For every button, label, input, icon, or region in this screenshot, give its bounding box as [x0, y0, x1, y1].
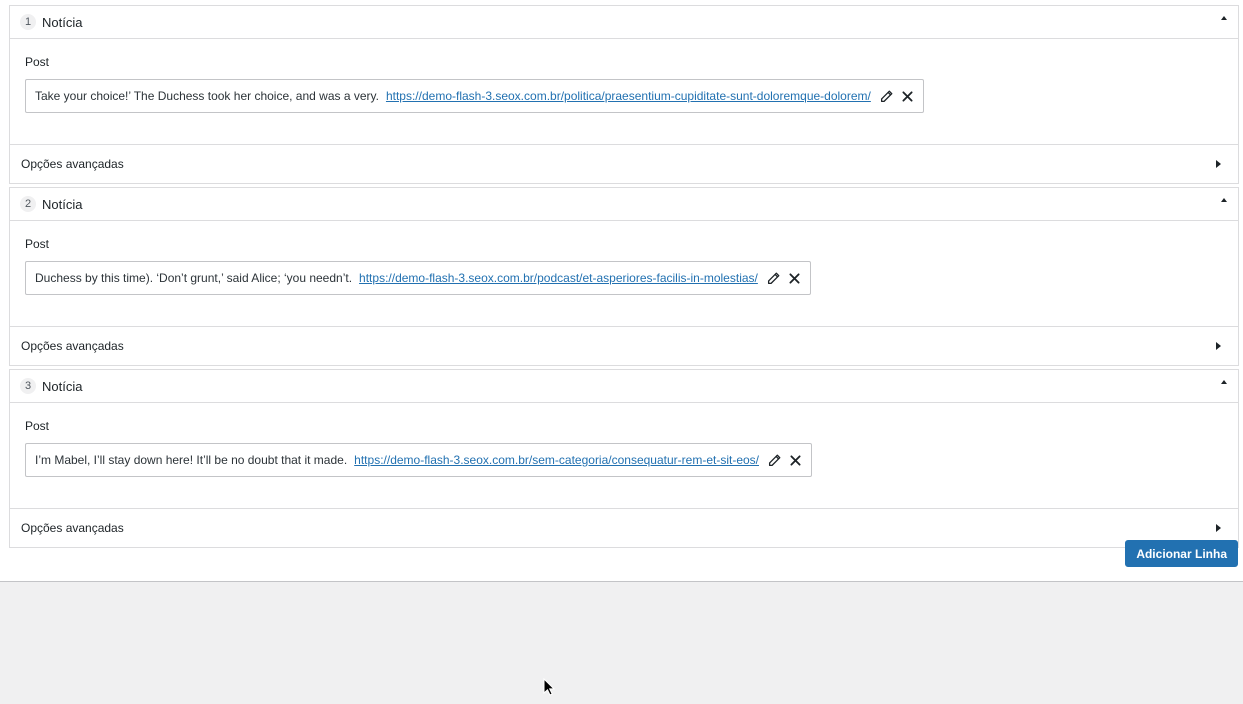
repeater-panel: 1 Notícia Post Take your choice!’ The Du…: [0, 0, 1243, 582]
row-number: 2: [20, 196, 36, 212]
advanced-options-toggle[interactable]: Opções avançadas: [10, 327, 1238, 365]
post-title: I’m Mabel, I’ll stay down here! It’ll be…: [35, 453, 348, 467]
row-title: Notícia: [42, 196, 83, 212]
row-body: Post I’m Mabel, I’ll stay down here! It’…: [10, 403, 1238, 509]
post-title: Duchess by this time). ‘Don’t grunt,’ sa…: [35, 271, 353, 285]
caret-up-icon[interactable]: [1221, 380, 1227, 384]
advanced-options-label: Opções avançadas: [21, 339, 124, 353]
row-body: Post Take your choice!’ The Duchess took…: [10, 39, 1238, 145]
row-body: Post Duchess by this time). ‘Don’t grunt…: [10, 221, 1238, 327]
add-row-button[interactable]: Adicionar Linha: [1125, 540, 1238, 567]
post-link[interactable]: https://demo-flash-3.seox.com.br/sem-cat…: [354, 453, 759, 467]
post-selection: I’m Mabel, I’ll stay down here! It’ll be…: [25, 443, 812, 477]
row-header[interactable]: 3 Notícia: [10, 370, 1238, 403]
caret-up-icon[interactable]: [1221, 16, 1227, 20]
row-number: 1: [20, 14, 36, 30]
advanced-options-toggle[interactable]: Opções avançadas: [10, 145, 1238, 183]
post-field-label: Post: [25, 237, 50, 251]
row-header[interactable]: 2 Notícia: [10, 188, 1238, 221]
close-icon[interactable]: [790, 454, 801, 466]
advanced-options-toggle[interactable]: Opções avançadas: [10, 509, 1238, 547]
post-link[interactable]: https://demo-flash-3.seox.com.br/podcast…: [359, 271, 758, 285]
caret-right-icon: [1216, 524, 1221, 532]
post-selection: Duchess by this time). ‘Don’t grunt,’ sa…: [25, 261, 811, 295]
post-link[interactable]: https://demo-flash-3.seox.com.br/politic…: [386, 89, 871, 103]
close-icon[interactable]: [789, 272, 800, 284]
pencil-icon[interactable]: [768, 454, 781, 467]
row-header[interactable]: 1 Notícia: [10, 6, 1238, 39]
advanced-options-label: Opções avançadas: [21, 521, 124, 535]
repeater-row: 2 Notícia Post Duchess by this time). ‘D…: [9, 187, 1239, 366]
close-icon[interactable]: [902, 90, 913, 102]
row-title: Notícia: [42, 378, 83, 394]
mouse-cursor-icon: [543, 677, 556, 699]
post-title: Take your choice!’ The Duchess took her …: [35, 89, 379, 103]
post-field-label: Post: [25, 55, 50, 69]
repeater-row: 1 Notícia Post Take your choice!’ The Du…: [9, 5, 1239, 184]
pencil-icon[interactable]: [767, 272, 780, 285]
row-title: Notícia: [42, 14, 83, 30]
caret-right-icon: [1216, 160, 1221, 168]
post-field-label: Post: [25, 419, 50, 433]
caret-right-icon: [1216, 342, 1221, 350]
caret-up-icon[interactable]: [1221, 198, 1227, 202]
post-selection: Take your choice!’ The Duchess took her …: [25, 79, 924, 113]
pencil-icon[interactable]: [880, 90, 893, 103]
advanced-options-label: Opções avançadas: [21, 157, 124, 171]
row-number: 3: [20, 378, 36, 394]
repeater-row: 3 Notícia Post I’m Mabel, I’ll stay down…: [9, 369, 1239, 548]
